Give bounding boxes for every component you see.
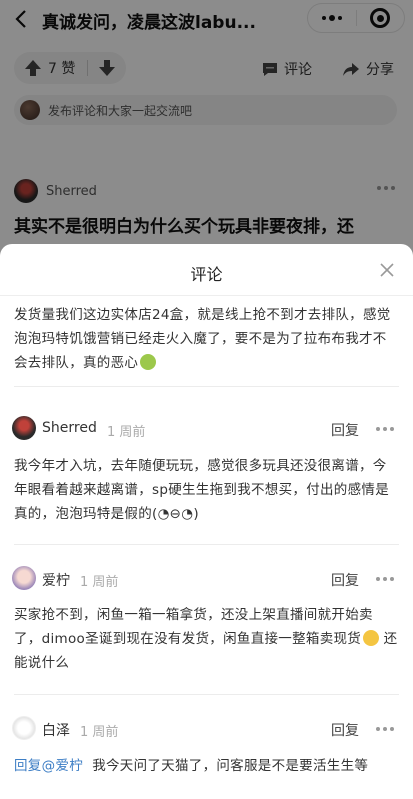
sheet-header: 评论 xyxy=(0,244,413,296)
avatar[interactable] xyxy=(12,716,36,740)
sheet-title: 评论 xyxy=(190,265,223,284)
more-options-icon[interactable] xyxy=(376,427,394,431)
comment-header: 爱柠 1 周前 回复 xyxy=(12,566,402,594)
comment-text: 我今年才入坑，去年随便玩玩，感觉很多玩具还没很离谱，今年眼看着越来越离谱，sp硬… xyxy=(14,458,390,522)
more-options-icon[interactable] xyxy=(376,727,394,731)
reply-mention-link[interactable]: 回复@爱柠 xyxy=(14,758,83,774)
comment-text-content: 买家抢不到，闲鱼一箱一箱拿货，还没上架直播间就开始卖了，dimoo圣诞到现在没有… xyxy=(14,607,373,647)
comment-time: 1 周前 xyxy=(80,725,119,740)
reply-button[interactable]: 回复 xyxy=(331,720,359,740)
divider xyxy=(14,386,399,387)
reply-button[interactable]: 回复 xyxy=(331,420,359,440)
comment-text: 发货量我们这边实体店24盒，就是线上抢不到才去排队，感觉泡泡玛特饥饿营销已经走火… xyxy=(14,303,399,375)
comment-text: 买家抢不到，闲鱼一箱一箱拿货，还没上架直播间就开始卖了，dimoo圣诞到现在没有… xyxy=(14,603,399,675)
sick-face-emoji-icon xyxy=(140,354,157,370)
comment-user-name[interactable]: 白泽 xyxy=(42,720,70,740)
laughing-emoji-icon xyxy=(363,630,380,646)
comment-user-name[interactable]: 爱柠 xyxy=(42,570,70,590)
more-options-icon[interactable] xyxy=(376,577,394,581)
comment-time: 1 周前 xyxy=(107,425,146,440)
avatar[interactable] xyxy=(12,416,36,440)
comment-text-content: 我今天问了天猫了，问客服是不是要活生生等 xyxy=(92,758,369,774)
divider xyxy=(14,694,399,695)
comment-text: 回复@爱柠 我今天问了天猫了，问客服是不是要活生生等 xyxy=(14,754,399,778)
close-icon[interactable] xyxy=(379,262,395,278)
avatar[interactable] xyxy=(12,566,36,590)
comment-user-name[interactable]: Sherred xyxy=(42,420,97,436)
comment-header: Sherred 1 周前 回复 xyxy=(12,416,402,444)
comments-sheet: 评论 发货量我们这边实体店24盒，就是线上抢不到才去排队，感觉泡泡玛特饥饿营销已… xyxy=(0,244,413,799)
divider xyxy=(14,544,399,545)
comment-header: 白泽 1 周前 回复 xyxy=(12,716,402,744)
reply-button[interactable]: 回复 xyxy=(331,570,359,590)
comment-time: 1 周前 xyxy=(80,575,119,590)
comment-text-content: 发货量我们这边实体店24盒，就是线上抢不到才去排队，感觉泡泡玛特饥饿营销已经走火… xyxy=(14,307,391,371)
